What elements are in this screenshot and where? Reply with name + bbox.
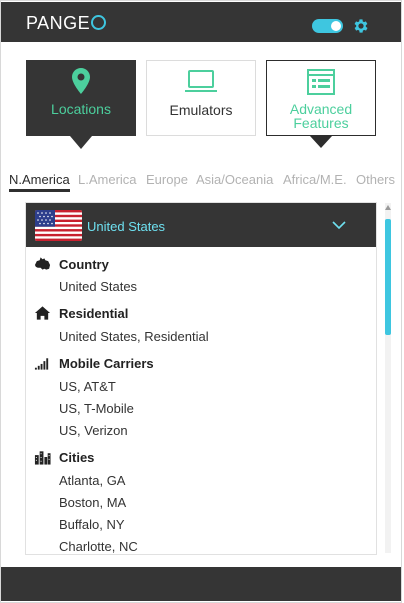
tab-africa-me[interactable]: Africa/M.E. bbox=[283, 172, 347, 187]
section-title-residential: Residential bbox=[59, 306, 129, 321]
tab-europe[interactable]: Europe bbox=[146, 172, 188, 187]
toggle-knob bbox=[331, 21, 341, 31]
section-title-mobile-carriers: Mobile Carriers bbox=[59, 356, 154, 371]
tab-asia-oceania[interactable]: Asia/Oceania bbox=[196, 172, 273, 187]
advanced-label-line2: Features bbox=[293, 115, 349, 131]
laptop-icon bbox=[185, 70, 217, 92]
advanced-label-line1: Advanced bbox=[289, 101, 353, 117]
house-icon bbox=[34, 306, 51, 320]
section-title-country: Country bbox=[59, 257, 109, 272]
vpn-toggle[interactable] bbox=[312, 19, 343, 33]
chevron-down-icon[interactable] bbox=[332, 220, 346, 230]
list-item[interactable]: United States bbox=[59, 279, 137, 294]
bottom-bar bbox=[1, 567, 401, 601]
list-item[interactable]: Boston, MA bbox=[59, 495, 126, 510]
signal-bars-icon bbox=[34, 358, 49, 370]
selected-pointer bbox=[70, 136, 92, 149]
mode-label-emulators: Emulators bbox=[169, 102, 233, 118]
app-logo: PANGE bbox=[26, 13, 107, 34]
logo-o-ring bbox=[91, 15, 107, 30]
mode-label-advanced-features: Advanced Features bbox=[267, 102, 375, 130]
australia-map-icon bbox=[34, 257, 51, 270]
selected-country-name: United States bbox=[87, 219, 166, 234]
us-flag-icon bbox=[35, 210, 82, 241]
list-item[interactable]: Charlotte, NC bbox=[59, 539, 138, 554]
tab-l-america[interactable]: L.America bbox=[78, 172, 137, 187]
browser-window-icon bbox=[307, 69, 335, 95]
list-item[interactable]: US, T-Mobile bbox=[59, 401, 134, 416]
list-item[interactable]: US, Verizon bbox=[59, 423, 128, 438]
tab-n-america[interactable]: N.America bbox=[9, 172, 70, 192]
hover-pointer bbox=[310, 136, 332, 148]
section-title-cities: Cities bbox=[59, 450, 95, 465]
list-item[interactable]: United States, Residential bbox=[59, 329, 209, 344]
top-bar: PANGE bbox=[1, 2, 401, 42]
location-pin-icon bbox=[72, 68, 90, 94]
scroll-up-arrow-icon[interactable] bbox=[385, 203, 391, 213]
tab-others[interactable]: Others bbox=[356, 172, 395, 187]
mode-card-emulators[interactable]: Emulators bbox=[146, 60, 256, 136]
location-list-panel: United States Country United States Resi… bbox=[25, 202, 377, 555]
list-item[interactable]: Buffalo, NY bbox=[59, 517, 125, 532]
country-selector[interactable]: United States bbox=[26, 203, 376, 247]
mode-card-advanced-features[interactable]: Advanced Features bbox=[266, 60, 376, 148]
list-item[interactable]: US, AT&T bbox=[59, 379, 116, 394]
scrollbar-thumb[interactable] bbox=[385, 219, 391, 335]
mode-label-locations: Locations bbox=[51, 101, 111, 117]
list-item[interactable]: Atlanta, GA bbox=[59, 473, 125, 488]
gear-icon[interactable] bbox=[352, 17, 370, 35]
mode-card-locations[interactable]: Locations bbox=[26, 60, 136, 149]
city-skyline-icon bbox=[34, 451, 51, 465]
